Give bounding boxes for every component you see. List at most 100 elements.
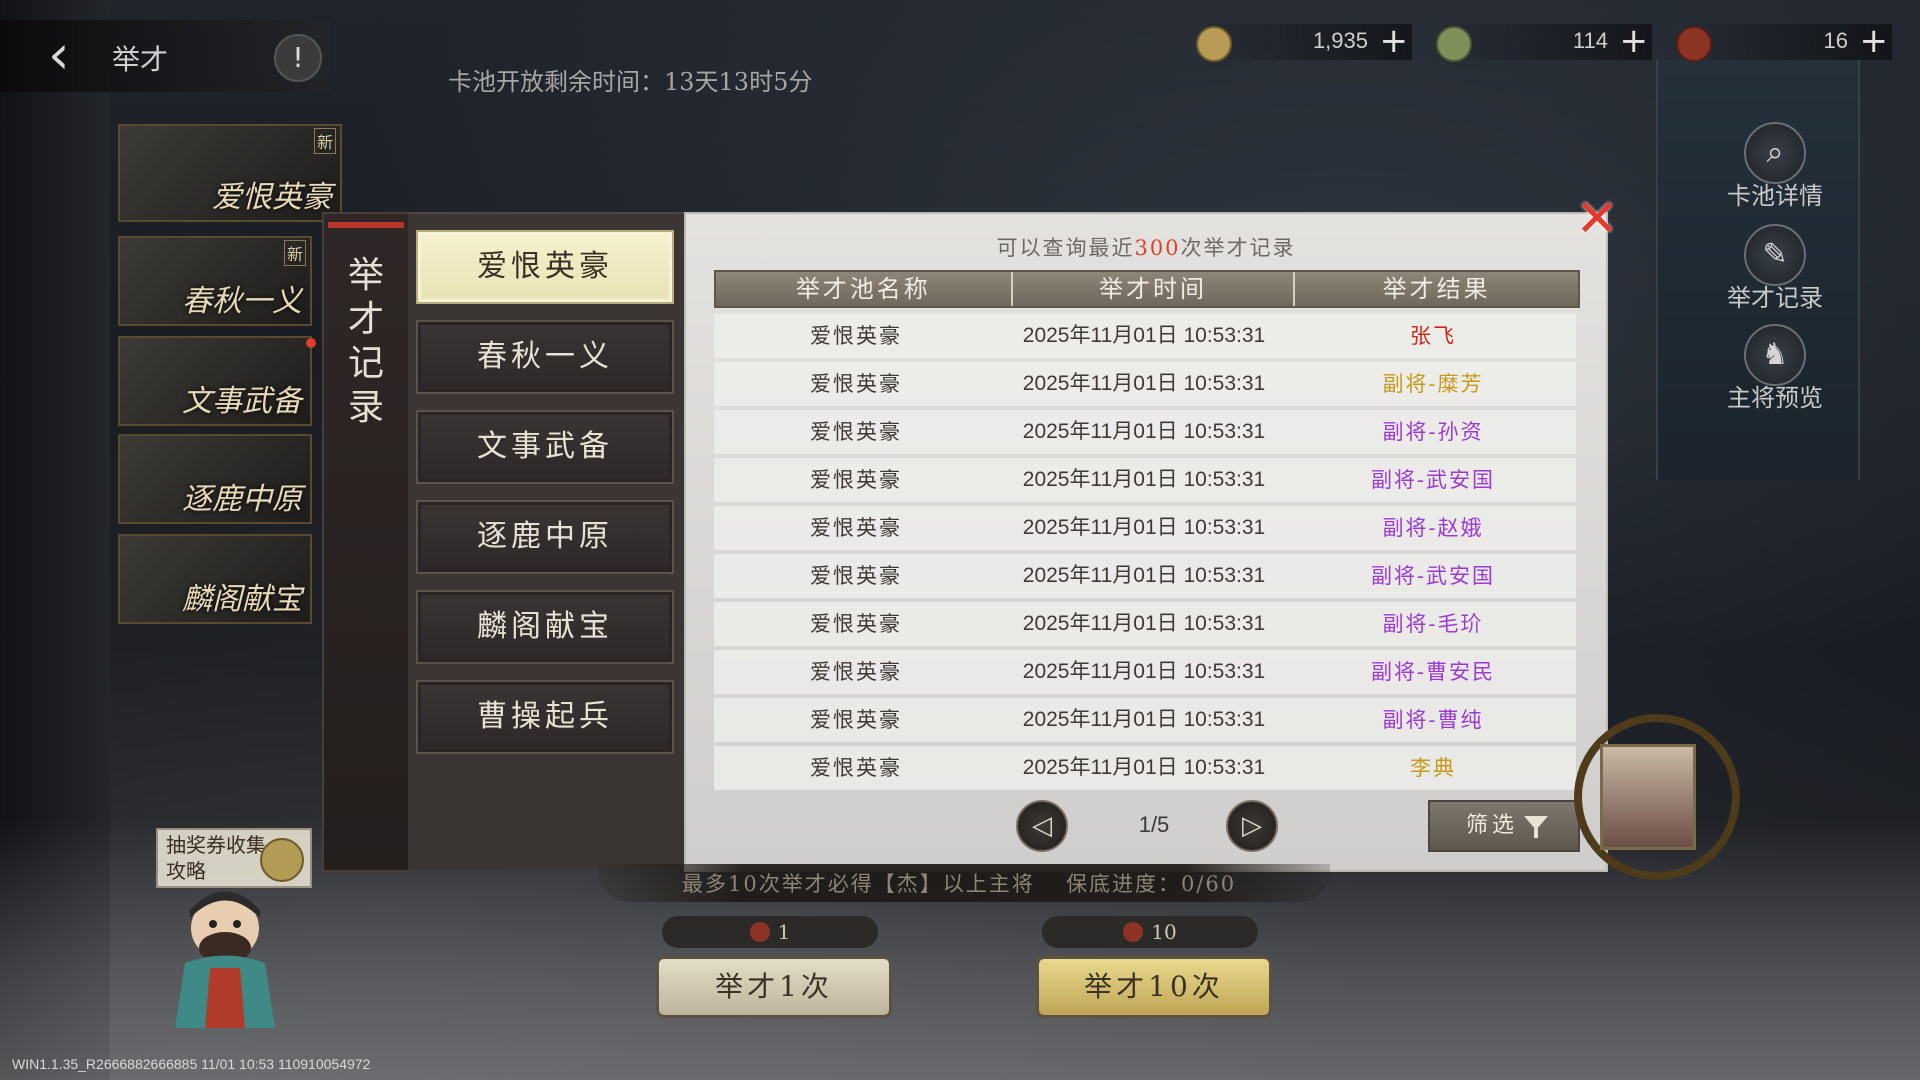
pity-progress: 保底进度：0/60: [1066, 872, 1237, 896]
row-pool-name: 爱恨英豪: [810, 420, 902, 444]
currency-value: 1,935: [1312, 28, 1368, 53]
notification-dot: [306, 338, 316, 348]
pity-bar: 最多10次举才必得【杰】以上主将 保底进度：0/60: [598, 864, 1330, 902]
hint-prefix: 可以查询最近: [996, 236, 1135, 260]
table-row: 爱恨英豪 2025年11月01日 10:53:31 副将-孙资: [714, 410, 1576, 454]
pool-timer: 卡池开放剩余时间：13天13时5分: [448, 68, 813, 96]
row-result: 副将-孙资: [1382, 420, 1484, 444]
banner-title: 春秋一义: [182, 284, 302, 319]
plus-icon[interactable]: +: [1380, 24, 1409, 58]
row-time: 2025年11月01日 10:53:31: [1022, 468, 1266, 491]
records-hint: 可以查询最近300次举才记录: [686, 232, 1606, 262]
banner-zhulu[interactable]: 逐鹿中原: [118, 434, 312, 524]
coin-icon: [1196, 26, 1232, 62]
plus-icon[interactable]: +: [1860, 24, 1889, 58]
row-pool-name: 爱恨英豪: [810, 468, 902, 492]
banner-wenshi[interactable]: 文事武备: [118, 336, 316, 426]
single-cost-value: 1: [777, 920, 791, 944]
tab-label: 爱恨英豪: [477, 249, 613, 284]
tab-caocao[interactable]: 曹操起兵: [416, 680, 674, 754]
banner-chunqiu[interactable]: 新 春秋一义: [118, 236, 312, 326]
row-result: 副将-赵娥: [1382, 516, 1484, 540]
filter-button[interactable]: 筛选: [1428, 800, 1580, 852]
guide-text: 抽奖券收集攻略: [166, 833, 266, 883]
row-pool-name: 爱恨英豪: [810, 324, 902, 348]
banner-title: 文事武备: [182, 384, 302, 419]
version-string: WIN1.1.35_R2666882666885 11/01 10:53 110…: [12, 1056, 371, 1072]
tab-linge[interactable]: 麟阁献宝: [416, 590, 674, 664]
pool-details-button[interactable]: ⌕ 卡池详情: [1720, 122, 1830, 212]
plus-icon[interactable]: +: [1620, 24, 1649, 58]
next-page-button[interactable]: ▷: [1226, 800, 1278, 852]
info-button[interactable]: !: [274, 34, 322, 82]
row-pool-name: 爱恨英豪: [810, 516, 902, 540]
draw-once-button[interactable]: 举才1次: [656, 956, 892, 1018]
new-badge: 新: [313, 128, 336, 154]
ticket-icon: [260, 838, 304, 882]
column-result: 举才结果: [1382, 275, 1491, 303]
row-result: 副将-武安国: [1370, 564, 1496, 588]
helmet-icon: ♞: [1744, 324, 1806, 386]
column-pool-name: 举才池名称: [716, 272, 1013, 306]
red-token-icon: [1123, 922, 1144, 942]
row-pool-name: 爱恨英豪: [810, 612, 902, 636]
red-token-icon: [1676, 26, 1712, 62]
table-row: 爱恨英豪 2025年11月01日 10:53:31 副将-赵娥: [714, 506, 1576, 550]
table-row: 爱恨英豪 2025年11月01日 10:53:31 张飞: [714, 314, 1576, 358]
banner-aihen[interactable]: 新 爱恨英豪: [118, 124, 342, 222]
red-token-icon: [749, 922, 770, 942]
currency-value: 16: [1823, 28, 1848, 53]
page-indicator: 1/5: [1138, 812, 1170, 837]
tab-label: 文事武备: [477, 429, 613, 464]
table-row: 爱恨英豪 2025年11月01日 10:53:31 副将-曹纯: [714, 698, 1576, 742]
general-preview-label: 主将预览: [1727, 384, 1823, 412]
ticket-guide-button[interactable]: 抽奖券收集攻略: [156, 828, 312, 888]
row-time: 2025年11月01日 10:53:31: [1022, 660, 1266, 683]
funnel-icon: [1524, 816, 1548, 838]
jade-coin-icon: [1436, 26, 1472, 62]
pool-details-label: 卡池详情: [1727, 182, 1823, 210]
tab-aihen[interactable]: 爱恨英豪: [416, 230, 674, 304]
brush-icon: ✎: [1744, 224, 1806, 286]
hint-suffix: 次举才记录: [1180, 236, 1296, 260]
row-time: 2025年11月01日 10:53:31: [1022, 756, 1266, 779]
banner-title: 爱恨英豪: [212, 180, 332, 215]
table-body: 爱恨英豪 2025年11月01日 10:53:31 张飞 爱恨英豪 2025年11月01…: [714, 314, 1576, 794]
hint-count: 300: [1134, 236, 1181, 260]
ten-draw-cost: 10: [1042, 916, 1258, 948]
prev-page-button[interactable]: ◁: [1016, 800, 1068, 852]
banner-linge[interactable]: 麟阁献宝: [118, 534, 312, 624]
pool-tabs: 爱恨英豪 春秋一义 文事武备 逐鹿中原 麟阁献宝 曹操起兵: [408, 212, 684, 870]
draw-ten-button[interactable]: 举才10次: [1036, 956, 1272, 1018]
general-preview-button[interactable]: ♞ 主将预览: [1720, 324, 1830, 414]
row-time: 2025年11月01日 10:53:31: [1022, 708, 1266, 731]
magnifier-icon: ⌕: [1744, 122, 1806, 184]
row-pool-name: 爱恨英豪: [810, 372, 902, 396]
column-time: 举才时间: [1013, 272, 1296, 306]
single-draw-cost: 1: [662, 916, 878, 948]
tab-label: 麟阁献宝: [477, 609, 613, 644]
row-result: 张飞: [1410, 324, 1456, 348]
tab-chunqiu[interactable]: 春秋一义: [416, 320, 674, 394]
currency-value: 114: [1572, 28, 1608, 53]
close-icon[interactable]: ✕: [1574, 193, 1620, 245]
new-badge: 新: [283, 240, 306, 266]
currency-token: 16 +: [1672, 24, 1892, 62]
records-panel: 可以查询最近300次举才记录 举才池名称 举才时间 举才结果 爱恨英豪 2025年…: [684, 212, 1608, 872]
screen-title: 举才: [112, 43, 169, 76]
row-time: 2025年11月01日 10:53:31: [1022, 420, 1266, 443]
tab-label: 逐鹿中原: [477, 519, 613, 554]
row-result: 副将-曹安民: [1370, 660, 1496, 684]
title-accent: [328, 222, 404, 228]
currency-coin: 1,935 +: [1192, 24, 1412, 62]
mascot-character: [175, 891, 275, 1028]
tab-wenshi[interactable]: 文事武备: [416, 410, 674, 484]
tab-zhulu[interactable]: 逐鹿中原: [416, 500, 674, 574]
draw-records-button[interactable]: ✎ 举才记录: [1720, 224, 1830, 314]
row-result: 副将-武安国: [1370, 468, 1496, 492]
ten-cost-value: 10: [1151, 920, 1177, 944]
row-time: 2025年11月01日 10:53:31: [1022, 564, 1266, 587]
back-arrow-icon[interactable]: ‹: [48, 28, 70, 82]
row-time: 2025年11月01日 10:53:31: [1022, 516, 1266, 539]
featured-general-portrait[interactable]: [1600, 744, 1696, 850]
